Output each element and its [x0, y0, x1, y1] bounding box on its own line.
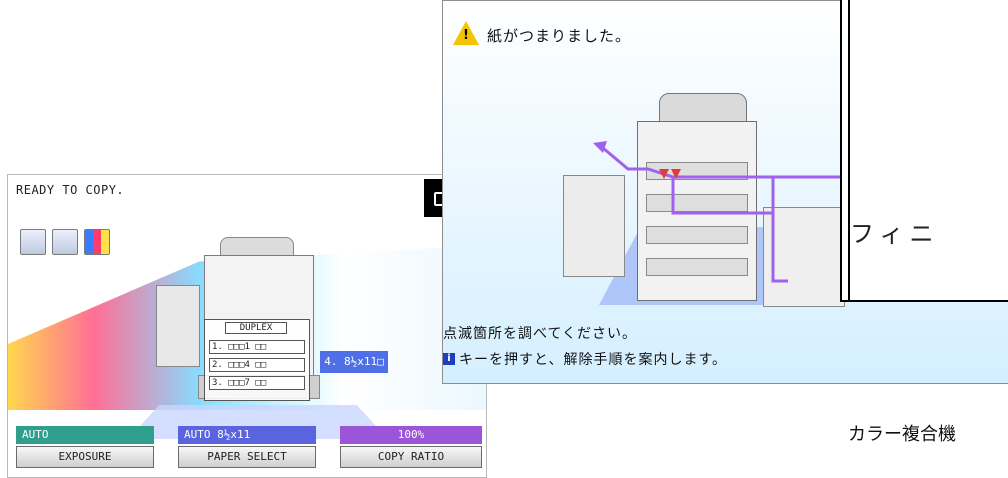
duplex-title: DUPLEX [225, 322, 287, 334]
finisher-window-text: フィニ [850, 220, 940, 248]
copy-mode-icon[interactable] [20, 229, 46, 255]
copy-ratio-status: 100% [340, 426, 482, 444]
duplex-selector[interactable]: DUPLEX 1. □□□1 □□ 2. □□□4 □□ 3. □□□7 □□ [204, 319, 310, 401]
exposure-control: AUTO EXPOSURE [16, 426, 154, 474]
caption: カラー複合機 [848, 424, 956, 445]
exposure-status: AUTO [16, 426, 154, 444]
paper-path-line [671, 177, 773, 215]
paper-select-status: AUTO 8½x11 [178, 426, 316, 444]
copier-ready-panel: READY TO COPY. DUPLEX 1. □□□1 □□ 2. □□□4… [7, 174, 487, 478]
document-mode-icon[interactable] [52, 229, 78, 255]
paper-size-chip[interactable]: 4. 8½x11□ [320, 351, 388, 373]
copier-top [220, 237, 294, 257]
exposure-button[interactable]: EXPOSURE [16, 446, 154, 468]
paper-select-button[interactable]: PAPER SELECT [178, 446, 316, 468]
paper-select-control: AUTO 8½x11 PAPER SELECT [178, 426, 316, 474]
finisher-illustration [156, 285, 200, 367]
info-key-icon[interactable]: i [443, 353, 455, 365]
instruction-line-1: 点滅箇所を調べてください。 [443, 326, 638, 342]
paper-path-line [771, 177, 788, 283]
instruction-line-2: i キーを押すと、解除手順を案内します。 [443, 349, 727, 369]
instruction-text-2: キーを押すと、解除手順を案内します。 [459, 352, 728, 368]
paper-path-line [602, 146, 843, 179]
mode-icons [20, 229, 110, 255]
copy-ratio-button[interactable]: COPY RATIO [340, 446, 482, 468]
duplex-option-3[interactable]: 3. □□□7 □□ [209, 376, 305, 390]
copy-ratio-control: 100% COPY RATIO [340, 426, 482, 474]
status-text: READY TO COPY. [16, 183, 125, 197]
duplex-option-2[interactable]: 2. □□□4 □□ [209, 358, 305, 372]
duplex-option-1[interactable]: 1. □□□1 □□ [209, 340, 305, 354]
finisher-info-window [840, 0, 1008, 302]
color-mode-icon[interactable] [84, 229, 110, 255]
